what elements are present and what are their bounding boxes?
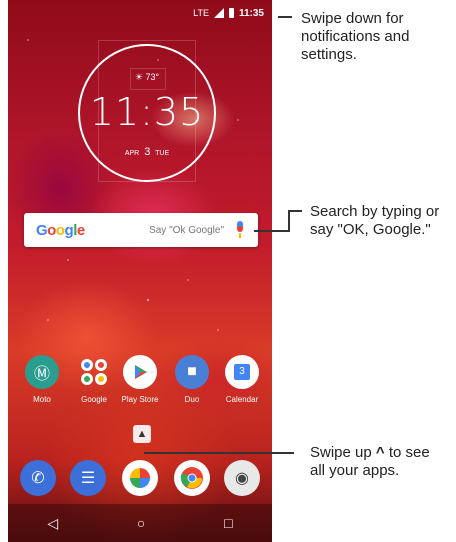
navigation-bar: ◁ ○ □ — [8, 504, 272, 542]
clock-widget[interactable]: ☀ 73° 11:35 APR 3 TUE — [78, 44, 216, 182]
callout-line-apps — [144, 452, 294, 454]
callout-chevron-icon: ^ — [375, 444, 385, 461]
duo-icon: ■ — [175, 355, 209, 389]
app-row: Ⓜ Moto Google Play Store ■ Duo 3 Calenda… — [8, 355, 272, 415]
phone-screen: LTE 11:35 ☀ 73° 11:35 APR 3 TUE Google S… — [8, 0, 272, 542]
app-label: Calendar — [225, 395, 259, 404]
callout-apps-line2: all your apps. — [310, 462, 400, 479]
calendar-icon: 3 — [225, 355, 259, 389]
calendar-badge: 3 — [234, 364, 250, 380]
messages-icon[interactable]: ☰ — [70, 460, 106, 496]
callout-search-line1: Search by typing or — [310, 203, 440, 220]
callout-apps: Swipe up ^ to see all your apps. — [310, 444, 455, 480]
callout-apps-line1b: to see — [388, 444, 430, 461]
callout-search: Search by typing or say "OK, Google." — [310, 203, 455, 239]
date-month: APR — [124, 150, 140, 157]
callout-line-search-top — [288, 210, 302, 212]
mic-icon[interactable] — [234, 221, 246, 239]
app-label: Duo — [184, 395, 200, 404]
sun-icon: ☀ — [134, 72, 143, 82]
app-moto[interactable]: Ⓜ Moto — [16, 355, 68, 404]
status-bar[interactable]: LTE 11:35 — [8, 0, 272, 26]
callout-apps-line1: Swipe up — [310, 444, 372, 461]
status-time: 11:35 — [238, 7, 264, 19]
search-hint: Say "Ok Google" — [149, 224, 224, 236]
callout-notifications: Swipe down for notifications and setting… — [301, 10, 410, 63]
photos-icon[interactable] — [122, 460, 158, 496]
phone-icon[interactable]: ✆ — [20, 460, 56, 496]
app-duo[interactable]: ■ Duo — [166, 355, 218, 404]
play-store-icon — [123, 355, 157, 389]
camera-icon[interactable]: ◉ — [224, 460, 260, 496]
google-logo: Google — [36, 221, 85, 239]
back-button[interactable]: ◁ — [47, 515, 58, 532]
app-calendar[interactable]: 3 Calendar — [216, 355, 268, 404]
app-label: Google — [81, 395, 107, 404]
callout-search-line2: say "OK, Google." — [310, 221, 431, 238]
network-type: LTE — [193, 8, 209, 18]
app-play-store[interactable]: Play Store — [114, 355, 166, 404]
callout-vline-search — [288, 210, 290, 232]
app-label: Moto — [33, 395, 51, 404]
moto-icon: Ⓜ — [25, 355, 59, 389]
app-drawer-chevron-icon[interactable]: ▲ — [133, 425, 151, 443]
callout-line-notifications — [278, 16, 292, 18]
recents-button[interactable]: □ — [224, 515, 232, 531]
app-label: Play Store — [121, 395, 159, 404]
battery-icon — [228, 8, 234, 18]
app-google[interactable]: Google — [68, 355, 120, 404]
temperature: 73° — [145, 72, 160, 82]
dock: ✆ ☰ ◉ — [8, 460, 272, 504]
weather-readout: ☀ 73° — [80, 72, 214, 83]
clock-time: 11:35 — [89, 90, 205, 134]
home-button[interactable]: ○ — [137, 515, 145, 531]
date-day: 3 — [144, 146, 151, 158]
date-weekday: TUE — [155, 150, 170, 157]
google-search-bar[interactable]: Google Say "Ok Google" — [24, 213, 258, 247]
google-folder-icon — [77, 355, 111, 389]
callout-line-search — [254, 230, 288, 232]
chrome-icon[interactable] — [174, 460, 210, 496]
signal-icon — [213, 8, 224, 18]
clock-date: APR 3 TUE — [80, 146, 214, 158]
